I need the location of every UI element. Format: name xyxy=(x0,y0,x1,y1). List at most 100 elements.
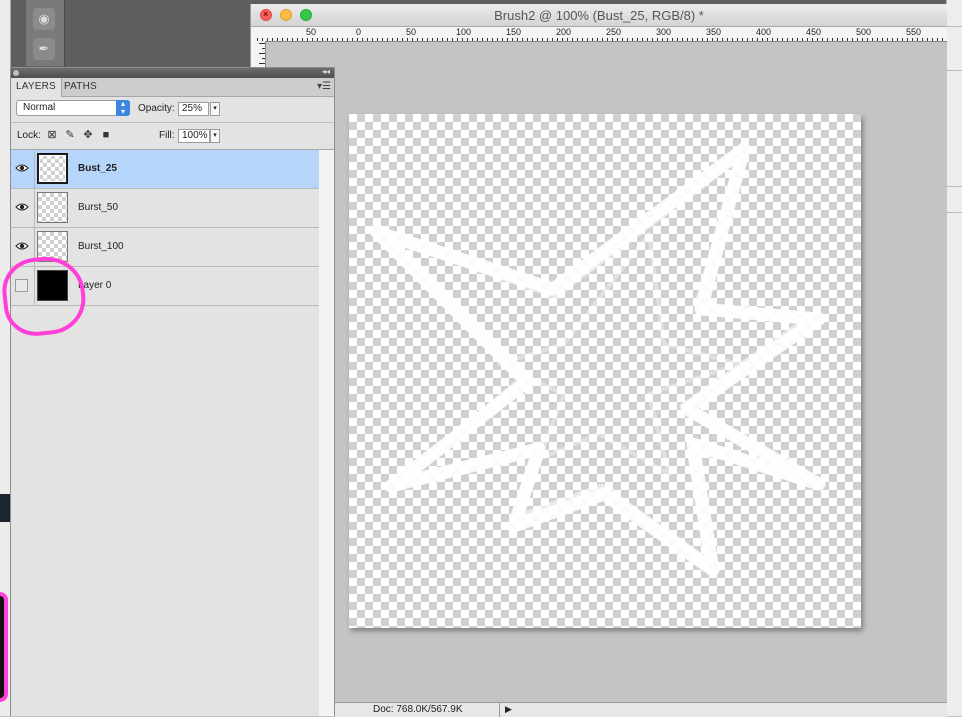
fill-input[interactable]: 100% xyxy=(178,129,210,143)
visibility-toggle[interactable] xyxy=(11,150,35,188)
visibility-toggle[interactable] xyxy=(11,228,35,266)
ruler-tick xyxy=(377,38,378,41)
ruler-tick xyxy=(807,38,808,41)
lock-position-icon[interactable]: ✥ xyxy=(82,129,94,141)
layer-thumbnail[interactable] xyxy=(37,153,68,184)
panel-titlebar[interactable]: ◂◂ xyxy=(11,67,334,78)
ruler-tick xyxy=(942,38,943,41)
ruler-tick xyxy=(302,38,303,41)
ruler-tick xyxy=(582,38,583,41)
ruler-tick xyxy=(712,38,713,41)
ruler-tick xyxy=(307,38,308,41)
ruler-tick xyxy=(447,38,448,41)
ruler-tick xyxy=(877,38,878,41)
ruler-tick xyxy=(277,38,278,41)
document-canvas[interactable] xyxy=(349,114,861,628)
ruler-tick xyxy=(382,38,383,41)
ruler-tick xyxy=(887,38,888,41)
ruler-tick xyxy=(332,38,333,41)
tab-layers[interactable]: LAYERS xyxy=(11,78,62,97)
document-titlebar[interactable]: × Brush2 @ 100% (Bust_25, RGB/8) * xyxy=(251,4,947,27)
ruler-tick xyxy=(452,38,453,41)
layer-name[interactable]: Burst_100 xyxy=(78,241,124,252)
ruler-tick xyxy=(487,38,488,41)
ruler-tick xyxy=(752,38,753,41)
fill-dropdown-icon[interactable]: ▾ xyxy=(210,129,220,143)
ruler-tick xyxy=(917,38,918,41)
ruler-tick xyxy=(527,38,528,41)
ruler-tick xyxy=(512,38,513,41)
ruler-tick xyxy=(772,38,773,41)
ruler-tick xyxy=(682,38,683,41)
ruler-tick xyxy=(832,38,833,41)
layer-name[interactable]: Layer 0 xyxy=(78,280,111,291)
ruler-tick xyxy=(822,38,823,41)
background-window-fragment xyxy=(0,494,10,522)
layer-row[interactable]: Burst_50 xyxy=(11,189,319,228)
ruler-tick xyxy=(787,38,788,41)
dodge-tool-icon[interactable]: ◉ xyxy=(33,8,55,30)
blend-mode-select[interactable]: Normal ▴ ▾ xyxy=(16,100,130,116)
ruler-label: 550 xyxy=(906,27,922,37)
lock-image-pixels-icon[interactable]: ✎ xyxy=(64,129,76,141)
panel-menu-icon[interactable]: ▾☰ xyxy=(317,81,331,92)
panel-collapse-icon[interactable]: ◂◂ xyxy=(322,67,330,76)
ruler-tick xyxy=(572,38,573,41)
status-menu-arrow-icon[interactable]: ▶ xyxy=(505,704,513,716)
layer-row[interactable]: Burst_100 xyxy=(11,228,319,267)
panel-close-icon[interactable] xyxy=(13,70,19,76)
horizontal-ruler[interactable]: 50 0 50 100 150 200 250 300 350 400 450 500 550 xyxy=(251,27,947,42)
ruler-tick xyxy=(757,38,758,41)
ruler-label: 450 xyxy=(806,27,822,37)
ruler-tick xyxy=(507,38,508,41)
ruler-tick xyxy=(552,38,553,41)
ruler-tick xyxy=(907,38,908,41)
layer-thumbnail[interactable] xyxy=(37,192,68,223)
lock-transparent-pixels-icon[interactable]: ⊠ xyxy=(46,129,58,141)
tab-paths[interactable]: PATHS xyxy=(59,78,102,96)
pen-tool-icon[interactable]: ✒ xyxy=(33,38,55,60)
ruler-tick xyxy=(477,38,478,41)
ruler-tick xyxy=(602,38,603,41)
ruler-tick xyxy=(352,38,353,41)
ruler-tick xyxy=(697,38,698,41)
ruler-tick xyxy=(542,38,543,41)
background-annotation-fragment xyxy=(0,592,8,702)
panel-tabs: LAYERS PATHS ▾☰ xyxy=(11,78,334,97)
divider xyxy=(947,70,962,71)
ruler-tick xyxy=(502,38,503,41)
layer-name[interactable]: Bust_25 xyxy=(78,163,117,174)
ruler-tick xyxy=(262,58,265,59)
ruler-tick xyxy=(372,38,373,41)
right-background-panel xyxy=(946,0,962,716)
layer-thumbnail[interactable] xyxy=(37,270,68,301)
ruler-tick xyxy=(762,38,763,41)
opacity-input[interactable]: 25% xyxy=(178,102,209,116)
ruler-tick xyxy=(342,38,343,41)
ruler-tick xyxy=(687,38,688,41)
ruler-label: 350 xyxy=(706,27,722,37)
ruler-tick xyxy=(797,38,798,41)
ruler-label: 50 xyxy=(406,27,417,37)
layer-thumbnail[interactable] xyxy=(37,231,68,262)
layers-scrollbar[interactable] xyxy=(319,150,334,716)
opacity-dropdown-icon[interactable]: ▾ xyxy=(210,102,220,116)
tools-panel: ◉ ✒ xyxy=(26,0,65,66)
ruler-tick xyxy=(857,38,858,41)
ruler-tick xyxy=(802,38,803,41)
layer-name[interactable]: Burst_50 xyxy=(78,202,118,213)
visibility-toggle[interactable] xyxy=(11,189,35,227)
ruler-tick xyxy=(367,38,368,41)
ruler-tick xyxy=(677,38,678,41)
ruler-tick xyxy=(412,38,413,41)
ruler-tick xyxy=(862,38,863,41)
lock-all-icon[interactable]: ■ xyxy=(100,129,112,141)
ruler-tick xyxy=(692,38,693,41)
blend-mode-value: Normal xyxy=(23,102,56,113)
divider xyxy=(947,212,962,213)
visibility-toggle[interactable] xyxy=(11,267,35,305)
ruler-label: 500 xyxy=(856,27,872,37)
layer-row[interactable]: Bust_25 xyxy=(11,150,319,189)
ruler-tick xyxy=(397,38,398,41)
layer-row[interactable]: Layer 0 xyxy=(11,267,319,306)
